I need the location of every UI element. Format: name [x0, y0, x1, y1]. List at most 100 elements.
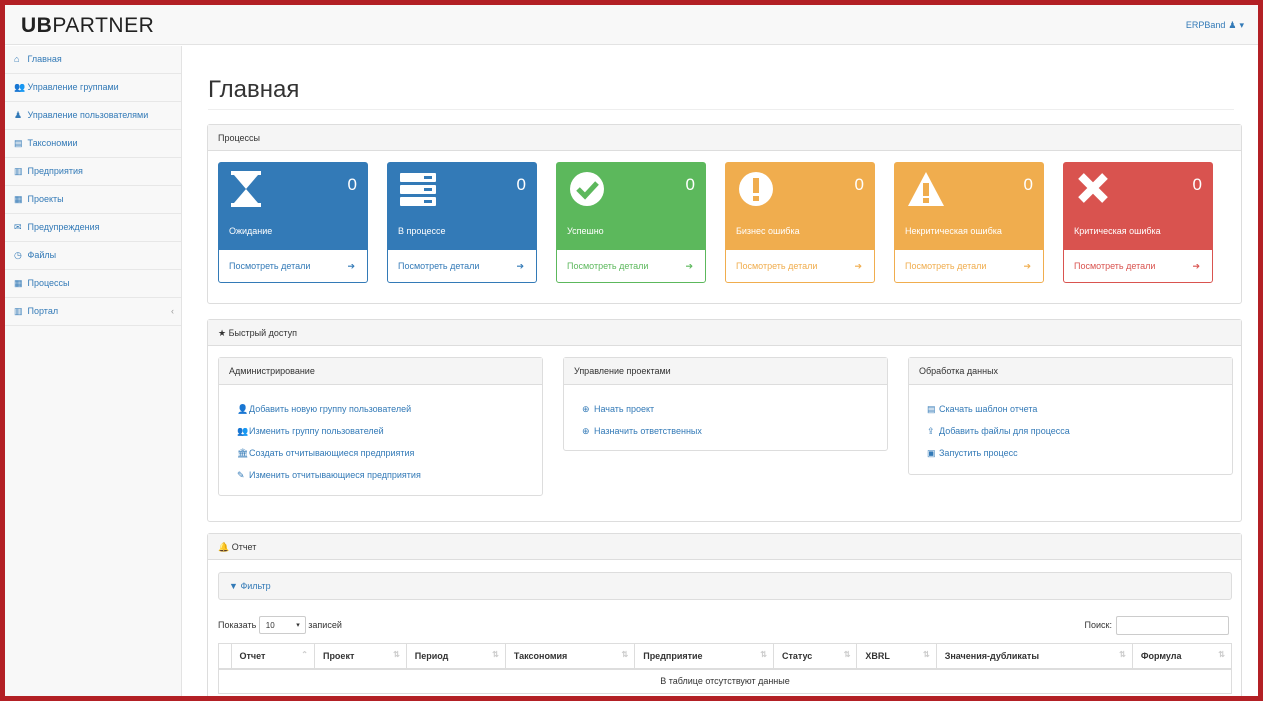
sidebar-item[interactable]: ▦ Проекты: [5, 186, 181, 214]
column-header[interactable]: Проект ⇅: [313, 643, 407, 670]
quick-link[interactable]: ▣ Запустить процесс: [909, 442, 1232, 464]
app-window: UBPARTNER ERPBand ♟ ▾ ⌂ Главная 👥 Управлени…: [0, 0, 1263, 701]
view-details-link[interactable]: Посмотреть детали ➔: [557, 250, 705, 283]
column-header-label: Проект: [322, 650, 355, 661]
quick-link[interactable]: 👥Изменить группу пользователей: [219, 420, 542, 442]
sidebar-item[interactable]: ▥ Портал ‹: [5, 298, 181, 326]
sidebar-item[interactable]: ◷ Файлы: [5, 242, 181, 270]
sort-icon: ⇅: [492, 650, 499, 659]
sidebar-item[interactable]: ⌂ Главная: [5, 46, 181, 74]
column-header[interactable]: Период ⇅: [405, 643, 506, 670]
sidebar-item-label: Предупреждения: [27, 222, 100, 232]
column-header[interactable]: Отчет ⌃: [230, 643, 315, 670]
sort-icon: ⇅: [1119, 650, 1126, 659]
report-panel: 🔔 Отчет ▼ Фильтр Показать 10 ▾ записей По…: [207, 533, 1242, 696]
empty-table-message: В таблице отсутствуют данные: [218, 668, 1232, 694]
view-details-link[interactable]: Посмотреть детали ➔: [219, 250, 367, 283]
column-header[interactable]: Значения-дубликаты ⇅: [935, 643, 1133, 670]
user-name: ERPBand: [1185, 20, 1226, 30]
quick-access-heading: ★ Быстрый доступ: [208, 320, 1241, 346]
sidebar-item-icon: ▤: [14, 138, 23, 148]
sort-icon: ⌃: [301, 650, 308, 659]
check-circle-icon: [569, 171, 605, 210]
sort-icon: ⇅: [1218, 650, 1225, 659]
sidebar-item-icon: ◷: [14, 250, 22, 260]
view-details-label: Посмотреть детали: [229, 261, 311, 271]
quick-link-icon: 🏛: [237, 448, 249, 458]
quick-link[interactable]: 🏛Создать отчитывающиеся предприятия: [219, 442, 542, 464]
quick-link[interactable]: ⊕ Назначить ответственных: [564, 420, 887, 442]
tile-count: 0: [685, 175, 695, 194]
processes-heading: Процессы: [208, 125, 1241, 151]
arrow-circle-right-icon: ➔: [685, 261, 693, 271]
title-divider: [208, 109, 1234, 110]
quick-link-icon: ▣: [927, 448, 936, 458]
tile-header: 0 Успешно: [557, 163, 705, 250]
sidebar-item-label: Управление группами: [27, 82, 119, 92]
column-header[interactable]: Предприятие ⇅: [634, 643, 774, 670]
column-header[interactable]: XBRL ⇅: [856, 643, 937, 670]
arrow-circle-right-icon: ➔: [1192, 261, 1200, 271]
tile-count: 0: [854, 175, 864, 194]
logo-bold: UB: [21, 14, 53, 37]
view-details-link[interactable]: Посмотреть детали ➔: [1064, 250, 1212, 283]
sidebar-item-label: Предприятия: [27, 166, 83, 176]
sidebar-item[interactable]: ▥ Предприятия: [5, 158, 181, 186]
filter-label: Фильтр: [240, 581, 271, 591]
view-details-label: Посмотреть детали: [736, 261, 818, 271]
sidebar-item[interactable]: ▤ Таксономии: [5, 130, 181, 158]
quick-link[interactable]: ▤ Скачать шаблон отчета: [909, 398, 1232, 420]
page-size-select[interactable]: 10 ▾: [258, 616, 306, 634]
column-header[interactable]: Таксономия ⇅: [504, 643, 636, 670]
sidebar-item-icon: ▥: [14, 306, 23, 316]
column-header-label: Период: [414, 650, 449, 661]
quick-link[interactable]: ⇪ Добавить файлы для процесса: [909, 420, 1232, 442]
quick-link-icon: ✎: [237, 470, 245, 480]
column-header[interactable]: Формула ⇅: [1131, 643, 1233, 670]
column-header[interactable]: Статус ⇅: [772, 643, 858, 670]
sort-icon: ⇅: [923, 650, 930, 659]
star-icon: ★: [218, 328, 227, 338]
sidebar-item-icon: ▦: [14, 278, 23, 288]
arrow-circle-right-icon: ➔: [1023, 261, 1031, 271]
quick-link[interactable]: ✎ Изменить отчитывающиеся предприятия: [219, 464, 542, 486]
page-length-control: Показать 10 ▾ записей: [218, 616, 342, 634]
report-heading: 🔔 Отчет: [208, 534, 1241, 560]
sidebar-item[interactable]: ♟ Управление пользователями: [5, 102, 181, 130]
data-processing-heading: Обработка данных: [909, 358, 1232, 385]
view-details-link[interactable]: Посмотреть детали ➔: [726, 250, 874, 283]
view-details-link[interactable]: Посмотреть детали ➔: [388, 250, 536, 283]
quick-link[interactable]: ⊕ Начать проект: [564, 398, 887, 420]
quick-link-icon: ⊕: [582, 426, 590, 436]
processes-panel: Процессы 0 Ожидание Посмотреть детали ➔ 0 В п…: [207, 124, 1242, 304]
sidebar-item[interactable]: ✉ Предупреждения: [5, 214, 181, 242]
process-status-tile: 0 Некритическая ошибка Посмотреть детали ➔: [894, 162, 1044, 283]
filter-toggle[interactable]: ▼ Фильтр: [218, 572, 1232, 600]
process-status-tile: 0 Успешно Посмотреть детали ➔: [556, 162, 706, 283]
projects-section: Управление проектами ⊕ Начать проект ⊕ Назн…: [563, 357, 888, 451]
app-logo[interactable]: UBPARTNER: [21, 14, 154, 38]
search-input[interactable]: [1116, 616, 1229, 635]
user-menu[interactable]: ERPBand ♟ ▾: [1186, 20, 1244, 31]
tile-label: Бизнес ошибка: [736, 226, 800, 236]
process-status-tile: 0 В процессе Посмотреть детали ➔: [387, 162, 537, 283]
table-header-row: Отчет ⌃ Проект ⇅ Период ⇅ Таксономия ⇅ Предприят…: [218, 643, 1233, 670]
sidebar-item-label: Портал: [27, 306, 59, 316]
tile-count: 0: [347, 175, 357, 194]
sidebar-item-label: Главная: [27, 54, 62, 64]
quick-access-title: Быстрый доступ: [228, 328, 297, 338]
column-header-label: XBRL: [865, 650, 890, 661]
quick-link-icon: ▤: [927, 404, 936, 414]
view-details-link[interactable]: Посмотреть детали ➔: [895, 250, 1043, 283]
sidebar-item[interactable]: 👥 Управление группами: [5, 74, 181, 102]
collapse-chevron-icon[interactable]: ‹: [171, 298, 174, 325]
quick-link-label: Изменить отчитывающиеся предприятия: [249, 470, 421, 480]
page-title: Главная: [208, 76, 300, 103]
tile-label: В процессе: [398, 226, 446, 236]
sort-icon: ⇅: [760, 650, 767, 659]
quick-link[interactable]: 👤Добавить новую группу пользователей: [219, 398, 542, 420]
exclamation-circle-icon: [738, 171, 774, 210]
tile-header: 0 Критическая ошибка: [1064, 163, 1212, 250]
search-label: Поиск:: [1084, 620, 1112, 630]
sidebar-item[interactable]: ▦ Процессы: [5, 270, 181, 298]
